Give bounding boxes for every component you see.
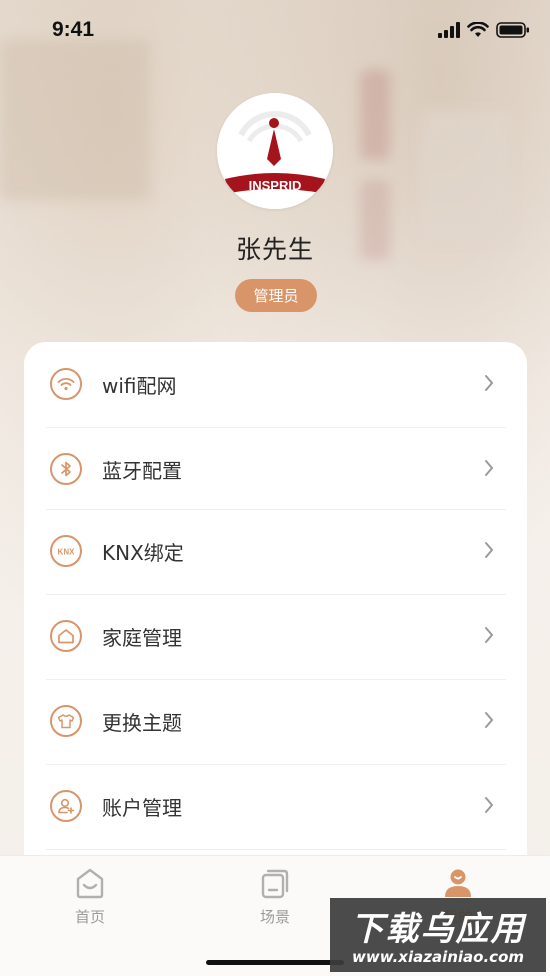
menu-item-label: 家庭管理	[102, 625, 182, 650]
chevron-right-icon	[485, 712, 494, 728]
status-time: 9:41	[52, 18, 95, 41]
tab-label: 首页	[74, 908, 105, 926]
menu-item-theme[interactable]: 更换主题	[46, 679, 506, 763]
user-add-icon	[50, 790, 82, 822]
chevron-right-icon	[485, 627, 494, 643]
svg-text:INSPRID: INSPRID	[249, 178, 302, 193]
watermark-subtitle: www.xiazainiao.com	[351, 948, 525, 966]
wifi-status-icon	[467, 22, 489, 37]
watermark-title: 下载乌应用	[350, 909, 526, 948]
tshirt-icon	[50, 705, 82, 737]
home-icon	[50, 620, 82, 652]
divider	[46, 849, 506, 850]
knx-icon: KNX	[50, 535, 82, 567]
user-name: 张先生	[235, 235, 314, 264]
menu-item-account[interactable]: 账户管理	[46, 764, 506, 848]
tab-label: 场景	[259, 908, 290, 926]
menu-item-label: 蓝牙配置	[102, 458, 182, 483]
chevron-right-icon	[485, 542, 494, 558]
chevron-right-icon	[485, 460, 494, 476]
svg-text:KNX: KNX	[58, 548, 76, 557]
home-indicator	[206, 960, 344, 965]
menu-item-wifi[interactable]: wifi配网	[46, 342, 506, 426]
status-bar: 9:41	[0, 0, 550, 64]
home-tab-icon	[76, 868, 104, 899]
role-badge: 管理员	[235, 279, 317, 312]
menu-item-bluetooth[interactable]: 蓝牙配置	[46, 427, 506, 511]
profile-tab-icon	[445, 869, 471, 897]
menu-item-knx[interactable]: KNX KNX绑定	[46, 509, 506, 593]
menu-card: wifi配网 蓝牙配置 KNX KNX绑定 家庭管理 更换主题 账户管理	[24, 342, 527, 882]
menu-item-label: wifi配网	[102, 373, 177, 398]
tab-scene[interactable]: 场景	[235, 866, 315, 927]
watermark: 下载乌应用 www.xiazainiao.com	[330, 898, 546, 972]
insprid-logo: INSPRID	[217, 93, 333, 209]
menu-item-label: 更换主题	[102, 710, 182, 735]
signal-icon	[438, 22, 460, 38]
bluetooth-icon	[50, 453, 82, 485]
menu-item-label: KNX绑定	[102, 540, 184, 565]
menu-item-family[interactable]: 家庭管理	[46, 594, 506, 678]
avatar[interactable]: INSPRID	[217, 93, 333, 209]
status-icons	[438, 22, 530, 38]
battery-icon	[496, 22, 529, 38]
wifi-icon	[50, 368, 82, 400]
chevron-right-icon	[485, 375, 494, 391]
chevron-right-icon	[485, 797, 494, 813]
tab-home[interactable]: 首页	[50, 866, 130, 927]
scene-tab-icon	[261, 869, 289, 899]
menu-item-label: 账户管理	[102, 795, 182, 820]
